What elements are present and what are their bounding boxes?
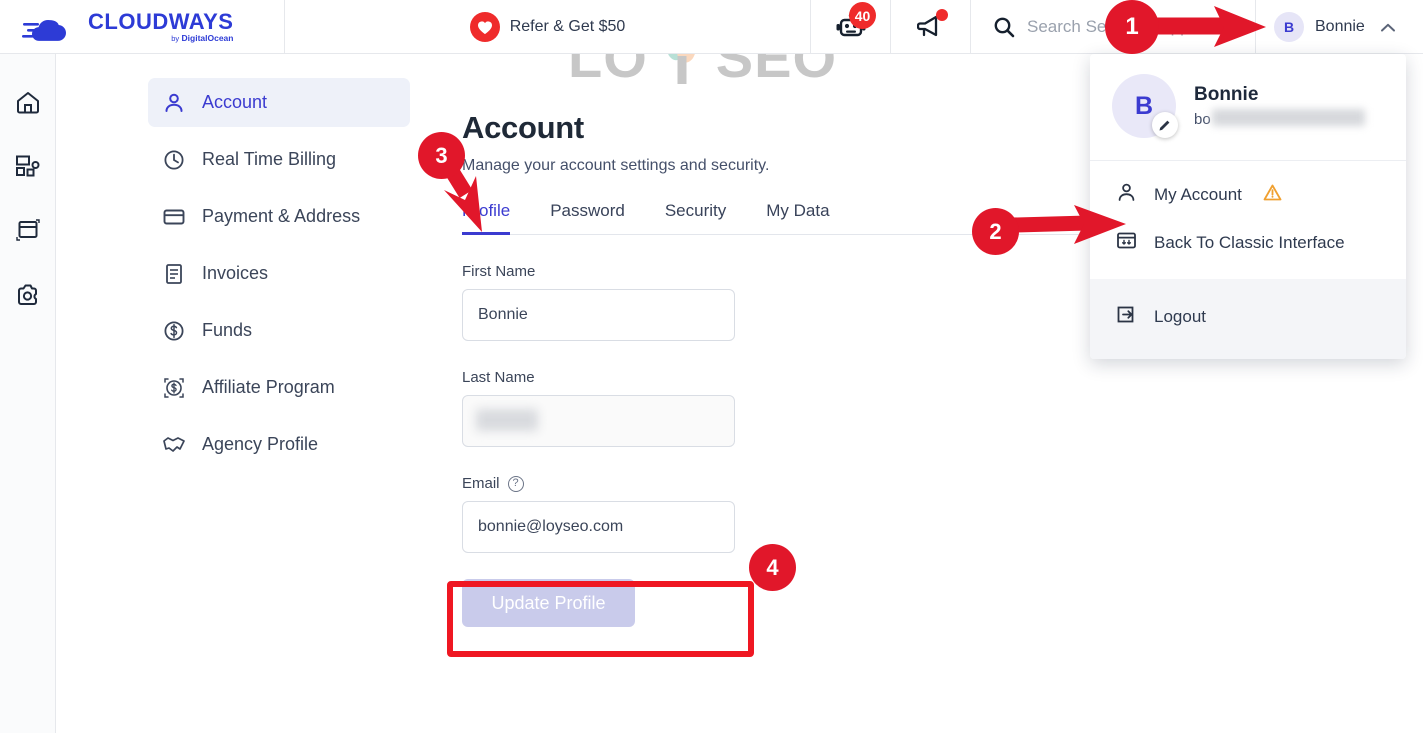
sidebar-item-label: Real Time Billing [202,149,337,169]
handshake-icon [162,434,186,456]
dropdown-main-section: My Account Back To Classic Interface [1090,161,1406,279]
dropdown-user-header: B Bonnie bo [1090,54,1406,161]
sidebar-item-label: Agency Profile [202,434,319,454]
account-tabs: Profile Password Security My Data [462,201,1132,235]
chevron-up-icon [1380,23,1395,31]
home-icon[interactable] [13,88,43,118]
clock-icon [162,149,186,171]
sidebar-item-account[interactable]: Account [148,78,410,127]
annotation-marker-4: 4 [749,544,796,591]
sidebar-item-real-time-billing[interactable]: Real Time Billing [148,135,410,184]
warning-triangle-icon [1263,184,1282,206]
account-sidebar: Account Real Time Billing Payment & Addr… [148,78,410,477]
user-icon [1116,182,1137,208]
dropdown-avatar-wrap: B [1112,74,1178,138]
app-root: CLOUDWAYS by DigitalOcean Refer & Get $5… [0,0,1423,733]
cloudways-logo[interactable]: CLOUDWAYS by DigitalOcean [0,0,285,54]
last-name-redaction [476,409,538,431]
primary-icon-rail [0,54,56,733]
dropdown-logout-section: Logout [1090,279,1406,359]
search-icon [994,17,1015,38]
applications-icon[interactable] [13,216,43,246]
profile-dropdown-menu: B Bonnie bo My Account Back To Classic I… [1090,54,1406,359]
sidebar-item-agency-profile[interactable]: Agency Profile [148,420,410,469]
dropdown-item-label: Logout [1154,307,1206,326]
refer-and-earn-button[interactable]: Refer & Get $50 [285,0,810,54]
sidebar-item-funds[interactable]: Funds [148,306,410,355]
first-name-label: First Name [462,263,536,280]
email-redaction [1212,109,1365,126]
last-name-label: Last Name [462,369,535,386]
invoice-icon [162,263,186,285]
last-name-field-wrap [462,395,735,447]
dropdown-user-name: Bonnie [1194,84,1259,105]
sidebar-item-label: Account [202,92,268,112]
annotation-marker-1: 1 [1105,0,1159,54]
refer-label: Refer & Get $50 [509,18,626,35]
dropdown-item-back-to-classic[interactable]: Back To Classic Interface [1090,219,1406,267]
sidebar-item-invoices[interactable]: Invoices [148,249,410,298]
tab-profile[interactable]: Profile [462,201,511,235]
classic-interface-icon [1116,230,1137,256]
tab-password[interactable]: Password [550,201,625,235]
sidebar-item-affiliate-program[interactable]: Affiliate Program [148,363,410,412]
email-input[interactable] [462,501,735,553]
logo-wordmark: CLOUDWAYS [88,9,234,35]
first-name-input[interactable] [462,289,735,341]
page-subtitle: Manage your account settings and securit… [462,157,770,174]
logout-icon [1116,304,1137,330]
sidebar-item-label: Funds [202,320,253,340]
pencil-icon[interactable] [1152,112,1178,138]
main-content: Account Manage your account settings and… [462,110,1162,627]
announcement-dot-badge [936,9,948,21]
announcements-button[interactable] [890,0,970,54]
logo-subtitle: by DigitalOcean [88,34,233,43]
dropdown-item-logout[interactable]: Logout [1090,293,1406,341]
email-label: Email ? [462,475,1162,492]
settings-icon[interactable] [13,280,43,310]
first-name-field-wrap [462,289,735,341]
dollar-circle-icon [162,320,186,342]
cloud-logo-icon [22,12,82,42]
bot-notification-badge: 40 [849,2,876,29]
dropdown-item-label: Back To Classic Interface [1154,233,1345,252]
profile-name-label: Bonnie [1315,18,1365,35]
logo-parent-brand: DigitalOcean [181,33,234,44]
profile-menu-trigger[interactable]: B Bonnie [1255,0,1423,54]
help-icon[interactable]: ? [507,475,524,492]
top-navigation-bar: CLOUDWAYS by DigitalOcean Refer & Get $5… [0,0,1423,54]
annotation-marker-2: 2 [972,208,1019,255]
page-title: Account [462,110,584,145]
dropdown-item-label: My Account [1154,185,1242,204]
annotation-marker-3: 3 [418,132,465,179]
sidebar-item-payment-address[interactable]: Payment & Address [148,192,410,241]
heart-icon [469,12,500,42]
bot-assistant-button[interactable]: 40 [810,0,890,54]
credit-card-icon [162,206,186,228]
avatar: B [1274,12,1304,42]
annotation-highlight-box-email [447,581,754,657]
tab-my-data[interactable]: My Data [766,201,829,235]
sidebar-item-label: Payment & Address [202,206,361,226]
sidebar-item-label: Invoices [202,263,269,283]
servers-icon[interactable] [13,152,43,182]
affiliate-icon [162,376,186,400]
user-icon [162,92,186,114]
tab-security[interactable]: Security [665,201,726,235]
dropdown-user-email: bo [1194,109,1365,128]
email-field-wrap [462,501,735,553]
email-label-text: Email [462,475,500,492]
logo-by-text: by [171,34,180,44]
sidebar-item-label: Affiliate Program [202,377,335,397]
dropdown-item-my-account[interactable]: My Account [1090,171,1406,219]
dropdown-email-prefix: bo [1194,111,1211,128]
